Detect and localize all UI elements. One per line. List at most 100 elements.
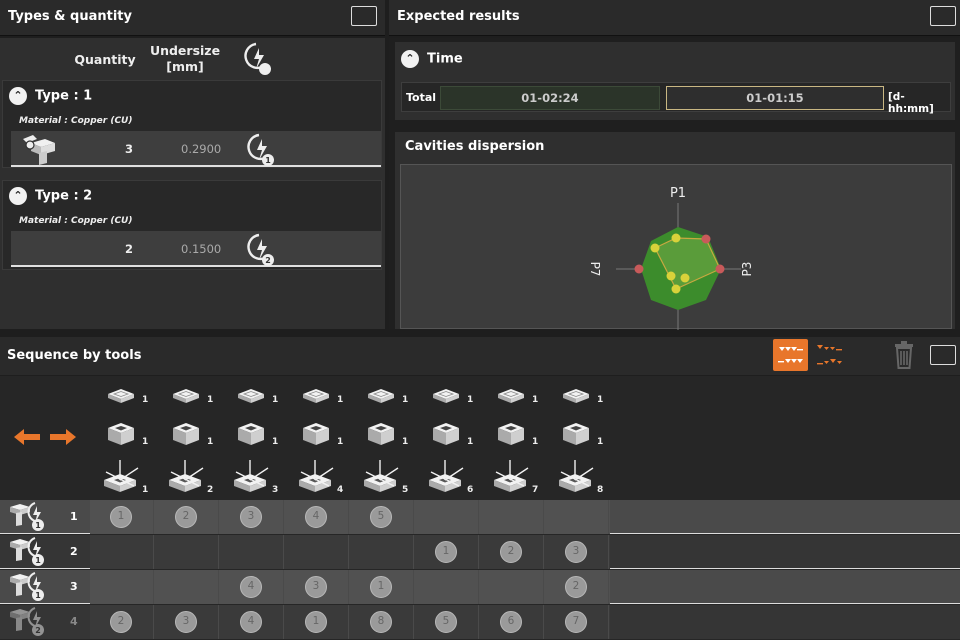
order-circle[interactable]: 1 [110,506,132,528]
sequence-cell[interactable]: 2 [155,500,219,534]
types-quantity-header: Types & quantity [0,0,385,36]
sequence-cell[interactable]: 1 [415,535,479,569]
order-circle[interactable]: 4 [240,576,262,598]
order-circle[interactable]: 5 [435,611,457,633]
sequence-cell[interactable] [285,535,349,569]
cavity-icon [555,458,595,498]
sequence-cell[interactable] [155,535,219,569]
column-count-b: 1 [272,437,279,447]
sequence-cell[interactable]: 1 [285,605,349,639]
cavity-icon [100,458,140,498]
order-circle[interactable]: 3 [565,541,587,563]
order-circle[interactable]: 1 [305,611,327,633]
sequence-cell[interactable] [480,500,544,534]
sequence-cell[interactable]: 7 [545,605,609,639]
column-count-b: 1 [142,437,149,447]
sequence-cell[interactable]: 2 [545,570,609,604]
type-2-row[interactable]: 2 0.1500 2 [11,231,381,267]
sequence-cell[interactable] [155,570,219,604]
chevron-up-icon[interactable]: ⌃ [401,50,419,68]
sequence-cell[interactable]: 4 [220,570,284,604]
order-circle[interactable]: 2 [500,541,522,563]
undersize-column-header: Undersize [mm] [149,43,221,74]
column-count-b: 1 [467,437,474,447]
sort-active-button[interactable] [773,339,808,371]
order-circle[interactable]: 4 [240,611,262,633]
sequence-cell[interactable]: 2 [90,605,154,639]
order-circle[interactable]: 3 [175,611,197,633]
order-circle[interactable]: 4 [305,506,327,528]
plate-icon [561,386,591,410]
sequence-cell[interactable]: 3 [155,605,219,639]
sequence-row[interactable]: 2 4 2 3 4 1 8 5 6 7 [0,605,960,639]
type-card-1: ⌃ Type : 1 Material : Copper (CU) 3 0.290… [2,80,382,168]
order-circle[interactable]: 1 [435,541,457,563]
order-circle[interactable]: 2 [110,611,132,633]
order-circle[interactable]: 7 [565,611,587,633]
sequence-cell[interactable]: 8 [350,605,414,639]
tool-type-badge: 1 [35,556,41,565]
arrows-horizontal-icon[interactable] [14,428,76,446]
sequence-cell[interactable] [220,535,284,569]
order-circle[interactable]: 3 [240,506,262,528]
sequence-cell[interactable] [90,535,154,569]
sequence-cell[interactable]: 3 [220,500,284,534]
column-count-a: 1 [597,395,604,405]
maximize-right-button[interactable] [930,6,956,26]
type-2-quantity: 2 [125,242,134,256]
sequence-cell[interactable]: 2 [480,535,544,569]
order-circle[interactable]: 8 [370,611,392,633]
sequence-cell[interactable]: 5 [350,500,414,534]
order-circle[interactable]: 2 [565,576,587,598]
order-circle[interactable]: 2 [175,506,197,528]
sort-alt-button[interactable] [812,339,847,371]
sequence-cell[interactable] [480,570,544,604]
sequence-row[interactable]: 1 2 1 2 3 [0,535,960,569]
sequence-cell[interactable] [415,500,479,534]
type-1-toggle[interactable]: ⌃ Type : 1 [9,87,92,106]
pocket-icon [171,420,201,452]
trash-icon[interactable] [893,341,915,369]
sequence-cell[interactable]: 3 [545,535,609,569]
expected-results-title: Expected results [397,9,520,24]
sequence-cell[interactable]: 5 [415,605,479,639]
tool-type-badge: 1 [35,591,41,600]
sequence-cell[interactable] [350,535,414,569]
sequence-cell[interactable] [90,570,154,604]
type-1-undersize: 0.2900 [181,142,222,156]
order-circle[interactable]: 3 [305,576,327,598]
sequence-cell[interactable]: 6 [480,605,544,639]
sequence-row[interactable]: 1 1 1 2 3 4 5 [0,500,960,534]
order-circle[interactable]: 6 [500,611,522,633]
chevron-up-icon[interactable]: ⌃ [9,87,27,105]
order-circle[interactable]: 1 [370,576,392,598]
dispersion-chart-area: P1 P7 P3 [400,164,952,330]
sequence-cell[interactable]: 3 [285,570,349,604]
electrode-tool-icon: 1 [10,537,44,566]
sequence-row[interactable]: 1 3 4 3 1 2 [0,570,960,604]
sequence-cell[interactable]: 1 [350,570,414,604]
sequence-cell[interactable]: 4 [220,605,284,639]
maximize-left-button[interactable] [351,6,377,26]
electrode-tool-icon: 1 [10,572,44,601]
pocket-icon [431,420,461,452]
column-count-a: 1 [532,395,539,405]
point-yellow [650,243,660,253]
cavity-icon [165,458,205,498]
sequence-cell[interactable] [545,500,609,534]
order-circle[interactable]: 5 [370,506,392,528]
plate-icon [366,386,396,410]
time-title: Time [427,51,463,67]
sequence-cell[interactable]: 4 [285,500,349,534]
sequence-cell[interactable]: 1 [90,500,154,534]
plate-icon [496,386,526,410]
point-yellow [671,284,681,294]
sequence-cell[interactable] [415,570,479,604]
maximize-sequence-button[interactable] [930,345,956,365]
type-1-row[interactable]: 3 0.2900 1 [11,131,381,167]
type-2-undersize: 0.1500 [181,242,222,256]
total-label: Total [406,91,437,104]
time-toggle[interactable]: ⌃ Time [401,50,463,68]
type-2-toggle[interactable]: ⌃ Type : 2 [9,187,92,206]
chevron-up-icon[interactable]: ⌃ [9,187,27,205]
